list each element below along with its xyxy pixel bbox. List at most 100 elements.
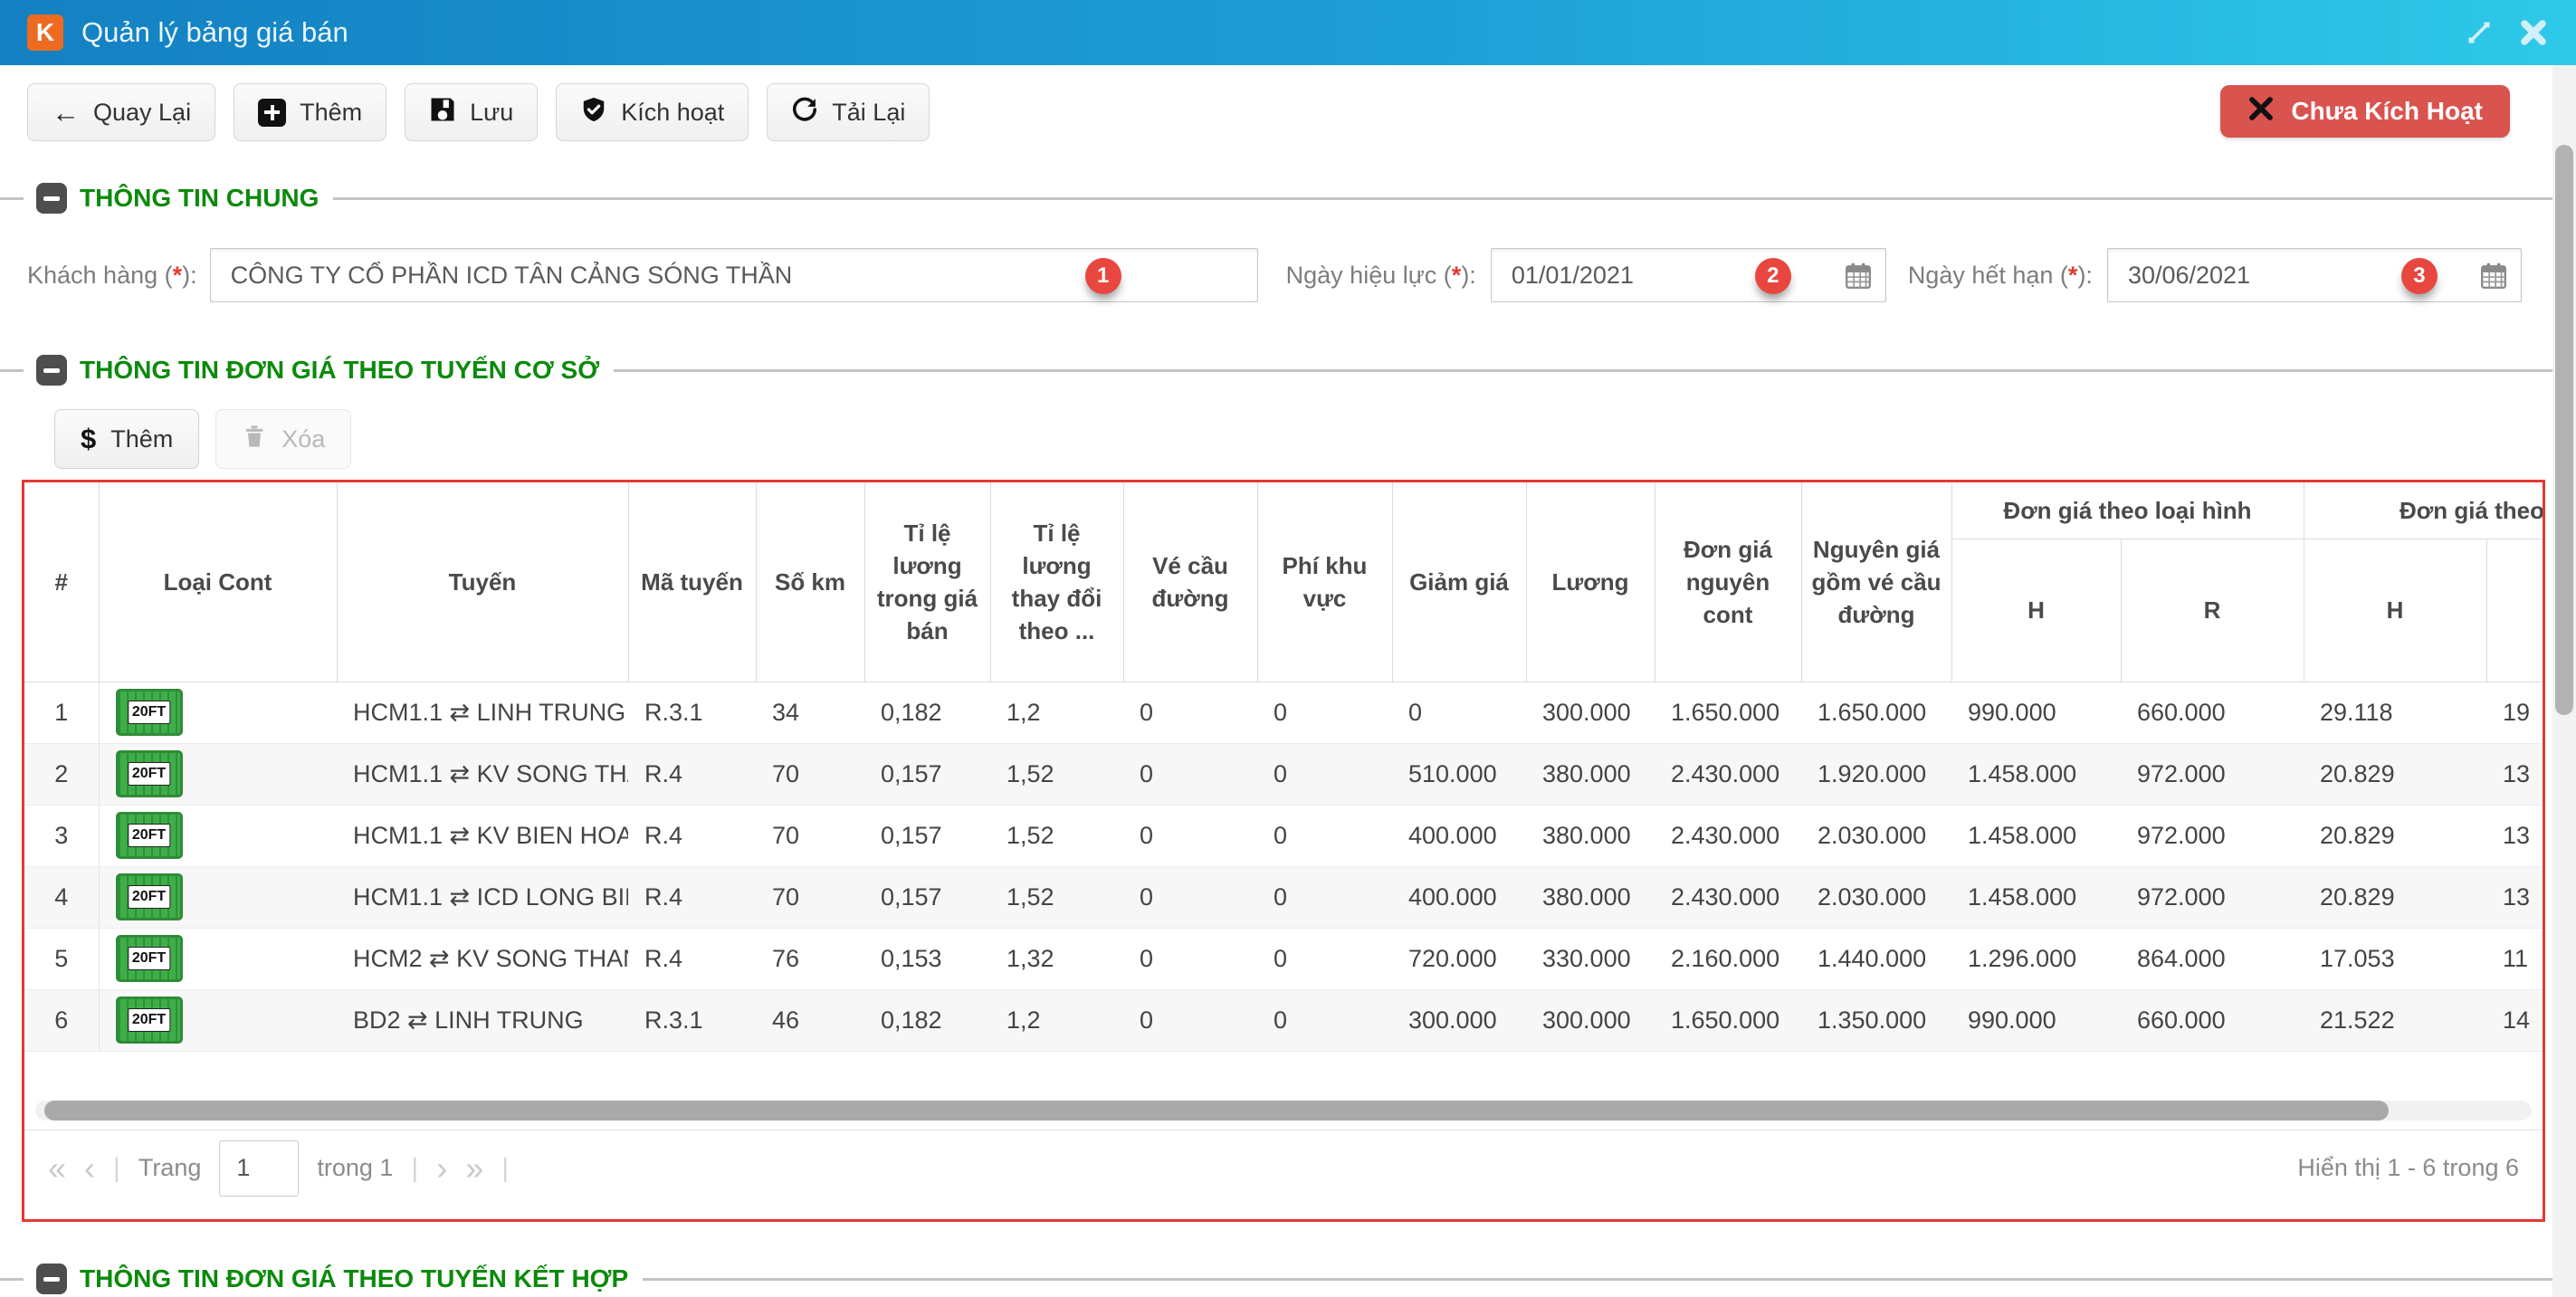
last-page-icon[interactable]: » bbox=[465, 1152, 483, 1185]
col-header-r1[interactable]: R bbox=[2121, 539, 2304, 682]
cell-h1[interactable]: 1.458.000 bbox=[1951, 866, 2121, 928]
cell-r1[interactable]: 972.000 bbox=[2121, 805, 2304, 866]
cell-extra[interactable]: 13 bbox=[2486, 805, 2543, 866]
cell-don-gia-nguyen-cont[interactable]: 2.430.000 bbox=[1655, 866, 1801, 928]
cell-nguyen-gia-gom-ve[interactable]: 2.030.000 bbox=[1801, 866, 1951, 928]
table-row[interactable]: 120FTHCM1.1 ⇄ LINH TRUNGR.3.1340,1821,20… bbox=[24, 682, 2543, 743]
col-header-luong[interactable]: Lương bbox=[1526, 482, 1655, 682]
col-header-ma-tuyen[interactable]: Mã tuyến bbox=[628, 482, 756, 682]
col-header-tuyen[interactable]: Tuyến bbox=[337, 482, 628, 682]
col-header-ve-cau-duong[interactable]: Vé cầu đường bbox=[1123, 482, 1257, 682]
cell-h1[interactable]: 990.000 bbox=[1951, 682, 2121, 743]
cell-cont[interactable]: 20FT bbox=[99, 743, 337, 805]
col-header-h1[interactable]: H bbox=[1951, 539, 2121, 682]
cell-giam-gia[interactable]: 510.000 bbox=[1392, 743, 1526, 805]
cell-ti-le-thay-doi[interactable]: 1,52 bbox=[990, 743, 1123, 805]
cell-h1[interactable]: 990.000 bbox=[1951, 989, 2121, 1051]
cell-ve-cau-duong[interactable]: 0 bbox=[1123, 805, 1257, 866]
calendar-icon[interactable] bbox=[1844, 262, 1873, 297]
cell-luong[interactable]: 300.000 bbox=[1526, 682, 1655, 743]
cell-cont[interactable]: 20FT bbox=[99, 989, 337, 1051]
cell-giam-gia[interactable]: 400.000 bbox=[1392, 866, 1526, 928]
cell-cont[interactable]: 20FT bbox=[99, 928, 337, 989]
cell-phi-khu-vuc[interactable]: 0 bbox=[1257, 866, 1392, 928]
cell-phi-khu-vuc[interactable]: 0 bbox=[1257, 989, 1392, 1051]
cell-nguyen-gia-gom-ve[interactable]: 1.350.000 bbox=[1801, 989, 1951, 1051]
cell-so-km[interactable]: 46 bbox=[756, 989, 864, 1051]
cell-cont[interactable]: 20FT bbox=[99, 805, 337, 866]
col-header-h2[interactable]: H bbox=[2304, 539, 2486, 682]
cell-h2[interactable]: 21.522 bbox=[2304, 989, 2486, 1051]
cell-ma-tuyen[interactable]: R.4 bbox=[628, 743, 756, 805]
reload-button[interactable]: Tải Lại bbox=[767, 83, 930, 141]
cell-giam-gia[interactable]: 0 bbox=[1392, 682, 1526, 743]
cell-h2[interactable]: 20.829 bbox=[2304, 743, 2486, 805]
cell-ve-cau-duong[interactable]: 0 bbox=[1123, 928, 1257, 989]
cell-giam-gia[interactable]: 400.000 bbox=[1392, 805, 1526, 866]
cell-r1[interactable]: 972.000 bbox=[2121, 743, 2304, 805]
cell-so-km[interactable]: 70 bbox=[756, 866, 864, 928]
cell-h2[interactable]: 20.829 bbox=[2304, 805, 2486, 866]
cell-ti-le-luong[interactable]: 0,182 bbox=[864, 989, 990, 1051]
col-header-phi-khu-vuc[interactable]: Phí khu vực bbox=[1257, 482, 1392, 682]
vertical-scrollbar[interactable] bbox=[2552, 65, 2576, 1297]
collapse-icon[interactable] bbox=[36, 355, 67, 386]
cell-stt[interactable]: 6 bbox=[24, 989, 99, 1051]
cell-h1[interactable]: 1.296.000 bbox=[1951, 928, 2121, 989]
cell-don-gia-nguyen-cont[interactable]: 2.430.000 bbox=[1655, 743, 1801, 805]
status-not-activated-button[interactable]: Chưa Kích Hoạt bbox=[2220, 85, 2510, 138]
cell-tuyen[interactable]: HCM1.1 ⇄ LINH TRUNG bbox=[337, 682, 628, 743]
cell-phi-khu-vuc[interactable]: 0 bbox=[1257, 805, 1392, 866]
cell-luong[interactable]: 380.000 bbox=[1526, 743, 1655, 805]
cell-ve-cau-duong[interactable]: 0 bbox=[1123, 866, 1257, 928]
cell-h2[interactable]: 20.829 bbox=[2304, 866, 2486, 928]
cell-tuyen[interactable]: HCM2 ⇄ KV SONG THAN bbox=[337, 928, 628, 989]
cell-ti-le-luong[interactable]: 0,157 bbox=[864, 866, 990, 928]
collapse-icon[interactable] bbox=[36, 183, 67, 214]
cell-stt[interactable]: 3 bbox=[24, 805, 99, 866]
cell-stt[interactable]: 5 bbox=[24, 928, 99, 989]
cell-ve-cau-duong[interactable]: 0 bbox=[1123, 743, 1257, 805]
cell-luong[interactable]: 380.000 bbox=[1526, 866, 1655, 928]
cell-giam-gia[interactable]: 720.000 bbox=[1392, 928, 1526, 989]
cell-don-gia-nguyen-cont[interactable]: 1.650.000 bbox=[1655, 989, 1801, 1051]
cell-ma-tuyen[interactable]: R.3.1 bbox=[628, 989, 756, 1051]
next-page-icon[interactable]: › bbox=[436, 1152, 447, 1185]
col-header-nguyen-gia-gom-ve[interactable]: Nguyên giá gồm vé cầu đường bbox=[1801, 482, 1951, 682]
cell-stt[interactable]: 4 bbox=[24, 866, 99, 928]
cell-ti-le-thay-doi[interactable]: 1,2 bbox=[990, 989, 1123, 1051]
cell-ti-le-luong[interactable]: 0,153 bbox=[864, 928, 990, 989]
cell-don-gia-nguyen-cont[interactable]: 2.160.000 bbox=[1655, 928, 1801, 989]
col-header-giam-gia[interactable]: Giảm giá bbox=[1392, 482, 1526, 682]
cell-so-km[interactable]: 70 bbox=[756, 743, 864, 805]
cell-extra[interactable]: 19 bbox=[2486, 682, 2543, 743]
cell-ti-le-thay-doi[interactable]: 1,52 bbox=[990, 866, 1123, 928]
cell-ti-le-thay-doi[interactable]: 1,52 bbox=[990, 805, 1123, 866]
cell-nguyen-gia-gom-ve[interactable]: 1.650.000 bbox=[1801, 682, 1951, 743]
cell-so-km[interactable]: 70 bbox=[756, 805, 864, 866]
cell-extra[interactable]: 13 bbox=[2486, 866, 2543, 928]
cell-ma-tuyen[interactable]: R.4 bbox=[628, 866, 756, 928]
cell-stt[interactable]: 1 bbox=[24, 682, 99, 743]
calendar-icon[interactable] bbox=[2479, 262, 2508, 297]
horizontal-scrollbar[interactable] bbox=[35, 1101, 2532, 1121]
cell-cont[interactable]: 20FT bbox=[99, 682, 337, 743]
table-row[interactable]: 620FTBD2 ⇄ LINH TRUNGR.3.1460,1821,20030… bbox=[24, 989, 2543, 1051]
cell-phi-khu-vuc[interactable]: 0 bbox=[1257, 928, 1392, 989]
first-page-icon[interactable]: « bbox=[48, 1152, 66, 1185]
back-button[interactable]: ← Quay Lại bbox=[27, 83, 215, 141]
cell-stt[interactable]: 2 bbox=[24, 743, 99, 805]
table-row[interactable]: 320FTHCM1.1 ⇄ KV BIEN HOAR.4700,1571,520… bbox=[24, 805, 2543, 866]
cell-ti-le-thay-doi[interactable]: 1,32 bbox=[990, 928, 1123, 989]
table-row[interactable]: 520FTHCM2 ⇄ KV SONG THANR.4760,1531,3200… bbox=[24, 928, 2543, 989]
cell-ma-tuyen[interactable]: R.4 bbox=[628, 805, 756, 866]
cell-r1[interactable]: 660.000 bbox=[2121, 682, 2304, 743]
save-button[interactable]: Lưu bbox=[405, 83, 538, 141]
cell-ve-cau-duong[interactable]: 0 bbox=[1123, 989, 1257, 1051]
col-header-don-gia-nguyen-cont[interactable]: Đơn giá nguyên cont bbox=[1655, 482, 1801, 682]
cell-h2[interactable]: 29.118 bbox=[2304, 682, 2486, 743]
table-row[interactable]: 220FTHCM1.1 ⇄ KV SONG THAR.4700,1571,520… bbox=[24, 743, 2543, 805]
cell-r1[interactable]: 864.000 bbox=[2121, 928, 2304, 989]
add-button[interactable]: Thêm bbox=[234, 83, 386, 141]
grid-add-button[interactable]: $ Thêm bbox=[54, 409, 199, 469]
